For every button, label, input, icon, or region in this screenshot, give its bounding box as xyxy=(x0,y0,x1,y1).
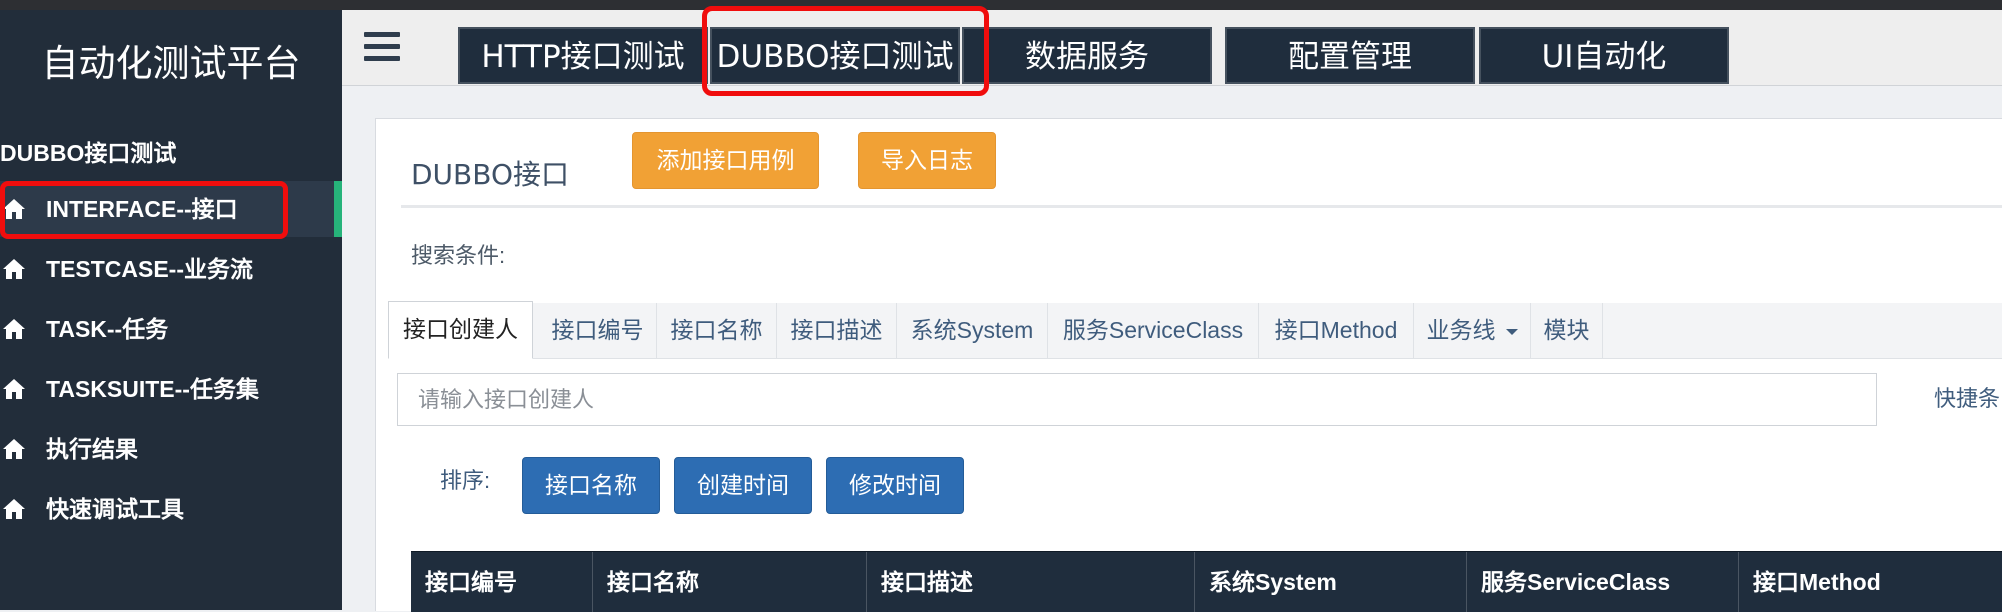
nav-tab-config[interactable]: 配置管理 xyxy=(1225,27,1475,84)
sidebar-item-interface[interactable]: INTERFACE--接口 xyxy=(0,181,342,237)
sidebar: 自动化测试平台 DUBBO接口测试 INTERFACE--接口 TESTCASE… xyxy=(0,10,342,610)
main-panel: DUBBO接口 添加接口用例 导入日志 搜索条件: 接口创建人 接口编号 接口名… xyxy=(375,118,2002,612)
sidebar-item-testcase[interactable]: TESTCASE--业务流 xyxy=(0,241,342,297)
sidebar-item-label: TESTCASE--业务流 xyxy=(46,256,253,282)
filter-tab-service-class[interactable]: 服务ServiceClass xyxy=(1048,303,1259,358)
divider xyxy=(401,205,2002,208)
filter-tab-method[interactable]: 接口Method xyxy=(1259,303,1414,358)
filter-tab-description[interactable]: 接口描述 xyxy=(777,303,897,358)
home-icon xyxy=(3,259,25,279)
filter-tab-name[interactable]: 接口名称 xyxy=(657,303,777,358)
caret-down-icon xyxy=(1505,328,1518,335)
filter-tab-id[interactable]: 接口编号 xyxy=(539,303,657,358)
sort-by-modified-button[interactable]: 修改时间 xyxy=(826,457,964,514)
window-top-strip xyxy=(0,0,2002,10)
column-header-id[interactable]: 接口编号 xyxy=(411,552,593,612)
hamburger-icon[interactable] xyxy=(364,32,400,62)
sort-by-created-button[interactable]: 创建时间 xyxy=(674,457,812,514)
filter-tab-creator[interactable]: 接口创建人 xyxy=(388,301,533,359)
top-navbar: HTTP接口测试 DUBBO接口测试 数据服务 配置管理 UI自动化 xyxy=(342,10,2002,86)
sidebar-item-label: INTERFACE--接口 xyxy=(46,196,238,222)
sidebar-item-label: TASK--任务 xyxy=(46,316,169,342)
column-header-name[interactable]: 接口名称 xyxy=(593,552,867,612)
home-icon xyxy=(3,439,25,459)
home-icon xyxy=(3,319,25,339)
app-title: 自动化测试平台 xyxy=(41,42,301,85)
home-icon xyxy=(3,199,25,219)
table-header: 接口编号 接口名称 接口描述 系统System 服务ServiceClass 接… xyxy=(411,551,2002,612)
page-title: DUBBO接口 xyxy=(411,158,570,191)
sidebar-section-title: DUBBO接口测试 xyxy=(0,140,177,166)
sidebar-item-results[interactable]: 执行结果 xyxy=(0,421,342,477)
nav-tab-dubbo[interactable]: DUBBO接口测试 xyxy=(710,27,960,84)
sidebar-item-label: 执行结果 xyxy=(46,436,138,462)
nav-tab-http[interactable]: HTTP接口测试 xyxy=(458,27,708,84)
sort-label: 排序: xyxy=(440,468,491,493)
nav-tab-ui-automation[interactable]: UI自动化 xyxy=(1479,27,1729,84)
column-header-description[interactable]: 接口描述 xyxy=(867,552,1195,612)
sidebar-item-tasksuite[interactable]: TASKSUITE--任务集 xyxy=(0,361,342,417)
sort-by-name-button[interactable]: 接口名称 xyxy=(522,457,660,514)
sidebar-item-label: 快速调试工具 xyxy=(46,496,184,522)
column-header-method[interactable]: 接口Method xyxy=(1739,552,2002,612)
filter-tab-module[interactable]: 模块 xyxy=(1531,303,1603,358)
shortcut-label[interactable]: 快捷条 xyxy=(1934,381,2000,413)
filter-tab-business-line[interactable]: 业务线 xyxy=(1414,303,1531,358)
search-conditions-label: 搜索条件: xyxy=(411,243,506,268)
add-case-button[interactable]: 添加接口用例 xyxy=(632,132,819,189)
creator-search-input[interactable] xyxy=(397,373,1877,426)
nav-tab-data-service[interactable]: 数据服务 xyxy=(962,27,1212,84)
home-icon xyxy=(3,379,25,399)
filter-tab-label: 业务线 xyxy=(1426,317,1496,343)
sidebar-item-label: TASKSUITE--任务集 xyxy=(46,376,259,402)
import-log-button[interactable]: 导入日志 xyxy=(858,132,996,189)
sidebar-item-debug-tool[interactable]: 快速调试工具 xyxy=(0,481,342,537)
sidebar-item-task[interactable]: TASK--任务 xyxy=(0,301,342,357)
filter-tab-system[interactable]: 系统System xyxy=(897,303,1048,358)
column-header-system[interactable]: 系统System xyxy=(1195,552,1467,612)
home-icon xyxy=(3,499,25,519)
column-header-service-class[interactable]: 服务ServiceClass xyxy=(1467,552,1739,612)
